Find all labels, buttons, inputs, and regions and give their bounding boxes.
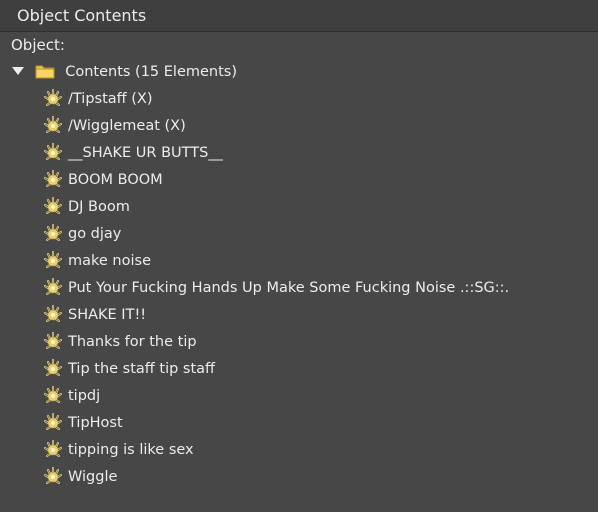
tree-item[interactable]: __SHAKE UR BUTTS__ [0, 140, 598, 167]
script-icon [42, 276, 64, 298]
tree-item[interactable]: /Wigglemeat (X) [0, 113, 598, 140]
tree-item[interactable]: /Tipstaff (X) [0, 86, 598, 113]
script-icon [42, 411, 64, 433]
script-icon [42, 384, 64, 406]
tree-item-label: __SHAKE UR BUTTS__ [68, 145, 223, 161]
script-icon [42, 249, 64, 271]
script-icon [42, 330, 64, 352]
tree-item-label: tipping is like sex [68, 442, 194, 458]
folder-label: Contents (15 Elements) [65, 64, 238, 80]
contents-tree: Contents (15 Elements) /Tipstaff (X) /Wig… [0, 59, 598, 491]
tree-item-label: SHAKE IT!! [68, 307, 147, 323]
script-icon [42, 465, 64, 487]
tree-item[interactable]: BOOM BOOM [0, 167, 598, 194]
object-contents-panel: Object: Contents (15 Elements) /Tipstaff… [0, 32, 598, 512]
tree-item[interactable]: make noise [0, 248, 598, 275]
tree-item[interactable]: tipping is like sex [0, 437, 598, 464]
tree-item-label: BOOM BOOM [68, 172, 163, 188]
tree-item-label: tipdj [68, 388, 101, 404]
window-title: Object Contents [17, 6, 147, 25]
script-icon [42, 195, 64, 217]
tree-item-label: Thanks for the tip [68, 334, 197, 350]
tree-item[interactable]: TipHost [0, 410, 598, 437]
tree-item[interactable]: tipdj [0, 383, 598, 410]
tree-item-label: TipHost [68, 415, 123, 431]
script-icon [42, 168, 64, 190]
script-icon [42, 87, 64, 109]
tree-item[interactable]: go djay [0, 221, 598, 248]
tree-item[interactable]: Thanks for the tip [0, 329, 598, 356]
tree-item-label: Tip the staff tip staff [68, 361, 216, 377]
tree-item[interactable]: Put Your Fucking Hands Up Make Some Fuck… [0, 275, 598, 302]
tree-item[interactable]: Tip the staff tip staff [0, 356, 598, 383]
tree-item[interactable]: DJ Boom [0, 194, 598, 221]
folder-row-contents[interactable]: Contents (15 Elements) [0, 59, 598, 86]
tree-item-label: make noise [68, 253, 151, 269]
tree-item-label: /Wigglemeat (X) [68, 118, 186, 134]
script-icon [42, 438, 64, 460]
script-icon [42, 114, 64, 136]
tree-item-label: Wiggle [68, 469, 118, 485]
object-label: Object: [11, 36, 65, 54]
script-icon [42, 141, 64, 163]
folder-icon [35, 65, 55, 78]
script-icon [42, 303, 64, 325]
tree-item[interactable]: SHAKE IT!! [0, 302, 598, 329]
script-icon [42, 222, 64, 244]
expand-arrow-icon[interactable] [12, 66, 24, 75]
tree-item-label: Put Your Fucking Hands Up Make Some Fuck… [68, 280, 510, 296]
tree-item-label: go djay [68, 226, 122, 242]
tree-item-label: DJ Boom [68, 199, 130, 215]
tree-item-label: /Tipstaff (X) [68, 91, 153, 107]
title-bar[interactable]: Object Contents [0, 0, 598, 32]
script-icon [42, 357, 64, 379]
tree-item[interactable]: Wiggle [0, 464, 598, 491]
